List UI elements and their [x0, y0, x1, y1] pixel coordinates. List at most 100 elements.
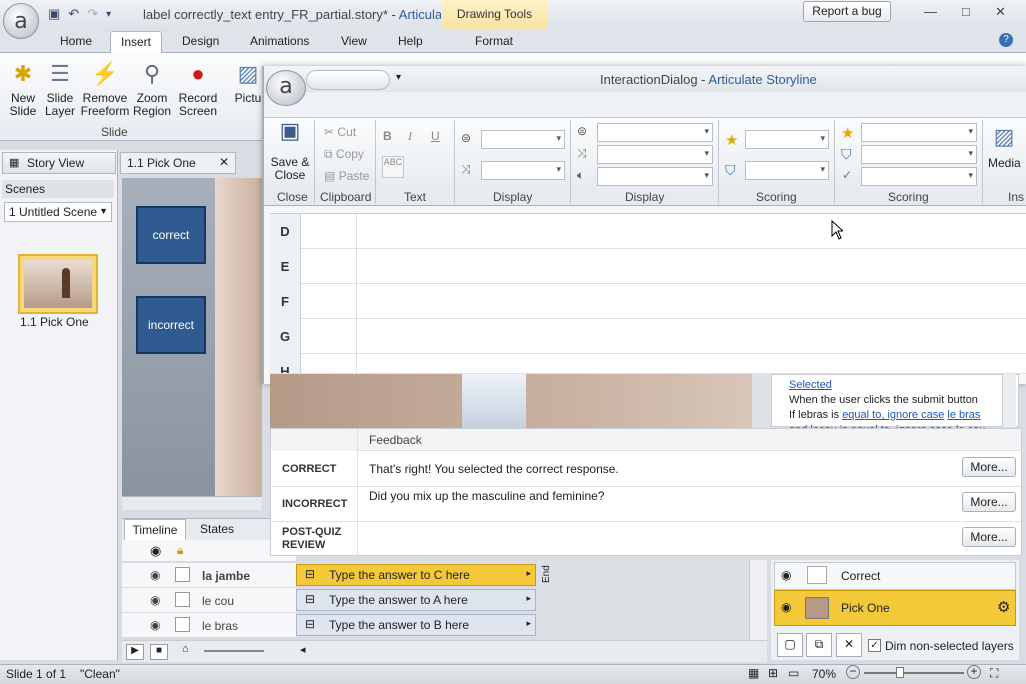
scoring-combo-3[interactable]	[861, 123, 977, 142]
lock-checkbox[interactable]	[175, 617, 190, 632]
correct-shape[interactable]: correct	[136, 206, 206, 264]
tab-animations[interactable]: Animations	[250, 34, 309, 48]
maximize-icon[interactable]: □	[962, 4, 970, 19]
spellcheck-icon[interactable]: ABC	[382, 156, 404, 178]
layer-correct[interactable]: ◉ Correct	[774, 562, 1016, 590]
close-tab-icon[interactable]: ✕	[219, 155, 229, 169]
lock-icon[interactable]: 🔒︎	[177, 543, 183, 558]
display-combo-5[interactable]	[597, 167, 713, 186]
tab-view[interactable]: View	[341, 34, 367, 48]
timeline-row[interactable]: ◉ le cou	[122, 588, 296, 613]
timeline-item-a[interactable]: ⊟ Type the answer to A here ▸	[296, 589, 536, 611]
display-combo-4[interactable]	[597, 145, 713, 164]
more-button[interactable]: More...	[962, 492, 1016, 512]
horizontal-scrollbar[interactable]	[122, 496, 262, 510]
timeline-row[interactable]: ◉ la jambe	[122, 563, 296, 588]
tab-design[interactable]: Design	[182, 34, 219, 48]
zoom-out-timeline-icon[interactable]: ⌂	[182, 643, 189, 655]
feedback-row-review[interactable]: POST-QUIZ REVIEW More...	[271, 522, 1021, 557]
underline-button[interactable]: U	[431, 129, 440, 143]
eye-icon[interactable]: ◉	[781, 600, 791, 614]
trigger-selected-link[interactable]: Selected	[789, 378, 1001, 393]
dialog-qat-dropdown-icon[interactable]: ▾	[396, 72, 401, 83]
more-button[interactable]: More...	[962, 527, 1016, 547]
cut-button[interactable]: ✂ Cut	[324, 125, 356, 139]
eye-icon[interactable]: ◉	[150, 568, 160, 582]
play-icon[interactable]: ▶	[126, 644, 144, 660]
minimize-icon[interactable]: —	[924, 4, 937, 19]
scoring-combo-4[interactable]	[861, 145, 977, 164]
trigger-operator-link[interactable]: equal to, ignore case	[842, 409, 944, 421]
tab-timeline[interactable]: Timeline	[124, 519, 186, 540]
help-icon[interactable]: ?	[999, 33, 1013, 47]
tab-states[interactable]: States	[190, 522, 244, 536]
zoom-slider[interactable]	[864, 672, 964, 674]
scoring-combo-2[interactable]	[745, 161, 829, 180]
layer-pick-one[interactable]: ◉ Pick One ⚙	[774, 590, 1016, 626]
choice-row[interactable]: E	[270, 249, 1026, 284]
dialog-qat[interactable]	[306, 70, 390, 90]
back-arrow-icon[interactable]: ◂	[300, 643, 306, 656]
trigger-scrollbar[interactable]	[1002, 374, 1016, 427]
fit-to-window-icon[interactable]: ⛶	[990, 666, 998, 681]
eye-icon[interactable]: ◉	[150, 593, 160, 607]
save-close-button[interactable]: ▣ Save & Close	[270, 120, 310, 182]
trigger-value-link[interactable]: le bras	[947, 409, 980, 421]
display-combo-1[interactable]	[481, 130, 565, 149]
timeline-item-c[interactable]: ⊟ Type the answer to C here ▸	[296, 564, 536, 586]
lock-checkbox[interactable]	[175, 567, 190, 582]
media-button[interactable]: ▨ Media	[988, 124, 1021, 170]
eye-icon[interactable]: ◉	[781, 568, 791, 582]
record-screen-button[interactable]: ● Record Screen	[175, 58, 221, 118]
normal-view-icon[interactable]: ▦	[748, 666, 759, 680]
remove-freeform-button[interactable]: ⚡ Remove Freeform	[80, 58, 130, 118]
dim-layers-checkbox[interactable]: ✓	[868, 639, 881, 652]
timeline-zoom-slider[interactable]	[204, 650, 264, 652]
report-bug-button[interactable]: Report a bug	[803, 1, 891, 22]
scoring-combo-1[interactable]	[745, 130, 829, 149]
italic-button[interactable]: I	[408, 129, 412, 144]
duplicate-layer-icon[interactable]: ⧉	[806, 633, 832, 657]
copy-button[interactable]: ⧉ Copy	[324, 147, 364, 162]
timeline-item-b[interactable]: ⊟ Type the answer to B here ▸	[296, 614, 536, 636]
eye-icon[interactable]: ◉	[150, 618, 160, 632]
zoom-region-button[interactable]: ⚲ Zoom Region	[132, 58, 172, 118]
display-combo-2[interactable]	[481, 161, 565, 180]
canvas-scrollbar[interactable]	[752, 374, 771, 428]
picture-button[interactable]: ▨ Pictu	[233, 58, 263, 105]
undo-icon[interactable]: ↶	[68, 6, 79, 22]
app-logo-button[interactable]: a	[3, 3, 39, 39]
story-view-tab[interactable]: ▦ Story View	[2, 152, 116, 174]
eye-icon[interactable]: ◉	[150, 543, 161, 559]
lock-checkbox[interactable]	[175, 592, 190, 607]
feedback-text[interactable]: That's right! You selected the correct r…	[369, 462, 619, 476]
tab-format[interactable]: Format	[475, 34, 513, 48]
paste-button[interactable]: ▤ Paste	[324, 169, 369, 183]
slide-thumbnail[interactable]	[18, 254, 98, 314]
slide-layer-button[interactable]: ☰ Slide Layer	[43, 58, 77, 118]
bold-button[interactable]: B	[383, 129, 392, 143]
save-icon[interactable]: ▣	[48, 6, 60, 22]
gear-icon[interactable]: ⚙	[997, 598, 1010, 616]
new-layer-icon[interactable]: ▢	[777, 633, 803, 657]
scene-dropdown[interactable]: 1 Untitled Scene ▼	[4, 202, 112, 222]
display-combo-3[interactable]	[597, 123, 713, 142]
redo-icon[interactable]: ↷	[87, 6, 98, 22]
customize-qat-icon[interactable]: ▾	[106, 9, 111, 22]
dialog-logo-button[interactable]: a	[266, 70, 306, 106]
feedback-row-incorrect[interactable]: INCORRECT Did you mix up the masculine a…	[271, 487, 1021, 522]
tab-home[interactable]: Home	[60, 34, 92, 48]
feedback-row-correct[interactable]: CORRECT That's right! You selected the c…	[271, 452, 1021, 487]
stop-icon[interactable]: ■	[150, 644, 168, 660]
zoom-out-icon[interactable]: −	[846, 665, 860, 679]
scoring-combo-5[interactable]	[861, 167, 977, 186]
preview-icon[interactable]: ▭	[788, 666, 799, 680]
tab-help[interactable]: Help	[398, 34, 423, 48]
choice-row[interactable]: H	[270, 354, 1026, 374]
slide-tab[interactable]: 1.1 Pick One ✕	[120, 152, 236, 174]
timeline-row[interactable]: ◉ le bras	[122, 613, 296, 638]
delete-layer-icon[interactable]: ✕	[836, 633, 862, 657]
feedback-text[interactable]: Did you mix up the masculine and feminin…	[369, 489, 604, 503]
more-button[interactable]: More...	[962, 457, 1016, 477]
incorrect-shape[interactable]: incorrect	[136, 296, 206, 354]
